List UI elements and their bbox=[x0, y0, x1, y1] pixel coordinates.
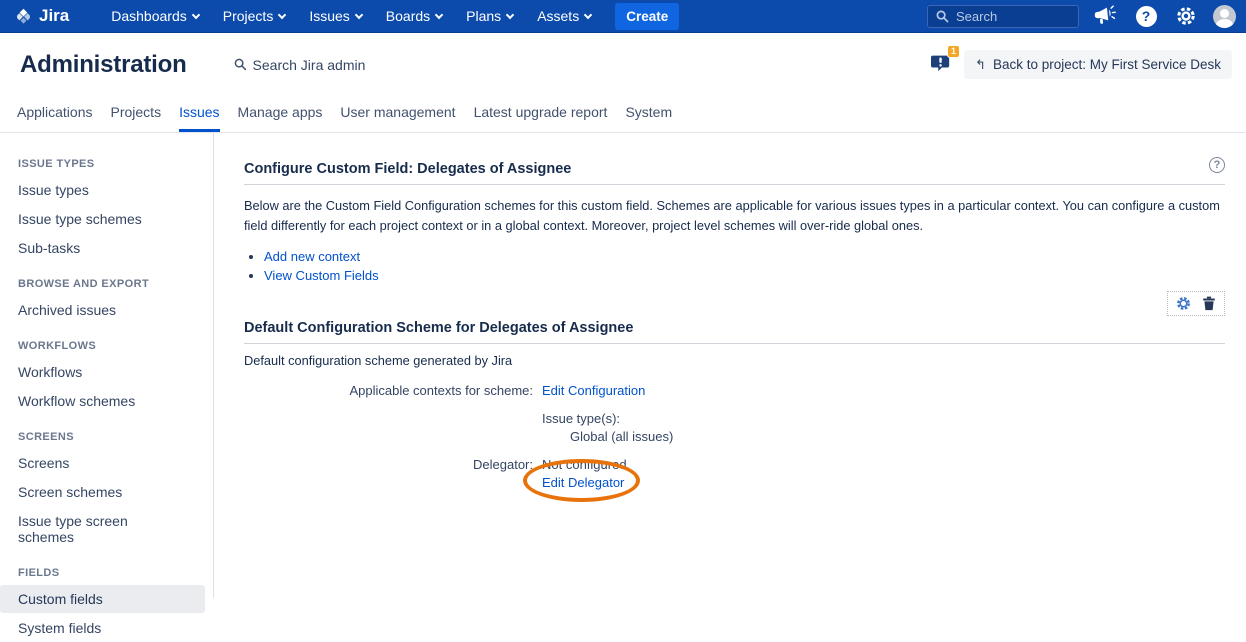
jira-logo-icon bbox=[14, 7, 33, 26]
scheme-details: Applicable contexts for scheme: Edit Con… bbox=[244, 383, 1225, 490]
delegator-status: Not configured. bbox=[542, 457, 630, 472]
jira-logo[interactable]: Jira bbox=[14, 6, 69, 26]
chevron-down-icon bbox=[584, 10, 592, 18]
context-links-list: Add new context View Custom Fields bbox=[264, 249, 1225, 283]
chevron-down-icon bbox=[278, 10, 286, 18]
list-item: Add new context bbox=[264, 249, 1225, 264]
search-icon bbox=[936, 10, 949, 23]
nav-plans[interactable]: Plans bbox=[454, 0, 525, 33]
sidebar-header-issue-types: ISSUE TYPES bbox=[0, 143, 213, 175]
issue-types-scope: Global (all issues) bbox=[570, 429, 1225, 444]
sidebar-header-workflows: WORKFLOWS bbox=[0, 325, 213, 357]
contexts-label: Applicable contexts for scheme: bbox=[244, 383, 533, 398]
sidebar-item-issue-type-schemes[interactable]: Issue type schemes bbox=[0, 205, 205, 233]
sidebar-item-screen-schemes[interactable]: Screen schemes bbox=[0, 478, 205, 506]
issue-types-label: Issue type(s): bbox=[542, 411, 1225, 426]
add-new-context-link[interactable]: Add new context bbox=[264, 249, 360, 264]
tab-issues[interactable]: Issues bbox=[179, 96, 219, 132]
sidebar-item-issue-type-screen-schemes[interactable]: Issue type screen schemes bbox=[0, 507, 205, 551]
help-question-glyph: ? bbox=[1136, 6, 1157, 27]
nav-issues-label: Issues bbox=[309, 8, 349, 24]
admin-header: Administration Search Jira admin 1 ↰ Bac… bbox=[0, 33, 1246, 96]
global-search-placeholder: Search bbox=[956, 9, 997, 24]
configure-field-title: Configure Custom Field: Delegates of Ass… bbox=[244, 161, 571, 177]
admin-tabbar: Applications Projects Issues Manage apps… bbox=[0, 96, 1246, 133]
admin-search-placeholder: Search Jira admin bbox=[253, 57, 366, 73]
user-avatar[interactable] bbox=[1213, 5, 1236, 28]
edit-configuration-link[interactable]: Edit Configuration bbox=[542, 383, 645, 398]
create-button[interactable]: Create bbox=[615, 3, 679, 30]
sidebar-item-custom-fields[interactable]: Custom fields bbox=[0, 585, 205, 613]
view-custom-fields-link[interactable]: View Custom Fields bbox=[264, 268, 379, 283]
global-search-input[interactable]: Search bbox=[927, 5, 1079, 28]
nav-issues[interactable]: Issues bbox=[297, 0, 373, 33]
sidebar-item-sub-tasks[interactable]: Sub-tasks bbox=[0, 234, 205, 262]
default-scheme-title: Default Configuration Scheme for Delegat… bbox=[244, 320, 633, 336]
jira-logo-text: Jira bbox=[39, 6, 69, 26]
top-navigation-bar: Jira Dashboards Projects Issues Boards P… bbox=[0, 0, 1246, 33]
tab-user-management[interactable]: User management bbox=[340, 96, 455, 132]
contexts-value: Edit Configuration bbox=[542, 383, 1225, 398]
sidebar-header-fields: FIELDS bbox=[0, 552, 213, 584]
tab-applications[interactable]: Applications bbox=[17, 96, 93, 132]
tab-projects[interactable]: Projects bbox=[111, 96, 162, 132]
sidebar-header-browse-and-export: BROWSE AND EXPORT bbox=[0, 263, 213, 295]
nav-projects-label: Projects bbox=[223, 8, 274, 24]
chevron-down-icon bbox=[355, 10, 363, 18]
nav-projects[interactable]: Projects bbox=[211, 0, 298, 33]
announcements-megaphone-icon[interactable] bbox=[1093, 3, 1119, 29]
tab-system[interactable]: System bbox=[625, 96, 672, 132]
scheme-gear-icon[interactable] bbox=[1176, 296, 1191, 311]
issue-types-value: Issue type(s): Global (all issues) bbox=[542, 411, 1225, 444]
section-help-icon[interactable]: ? bbox=[1209, 157, 1225, 173]
configure-field-description: Below are the Custom Field Configuration… bbox=[244, 196, 1225, 237]
list-item: View Custom Fields bbox=[264, 268, 1225, 283]
nav-boards-label: Boards bbox=[386, 8, 430, 24]
sidebar-item-workflow-schemes[interactable]: Workflow schemes bbox=[0, 387, 205, 415]
admin-search-input[interactable]: Search Jira admin bbox=[234, 57, 366, 73]
sidebar-header-screens: SCREENS bbox=[0, 416, 213, 448]
sidebar-item-screens[interactable]: Screens bbox=[0, 449, 205, 477]
delegator-label: Delegator: bbox=[244, 457, 533, 490]
sidebar-item-issue-types[interactable]: Issue types bbox=[0, 176, 205, 204]
empty-label bbox=[244, 411, 533, 444]
content-layout: ISSUE TYPES Issue types Issue type schem… bbox=[0, 133, 1246, 598]
tab-latest-upgrade-report[interactable]: Latest upgrade report bbox=[474, 96, 608, 132]
search-icon bbox=[234, 58, 247, 71]
page-title: Administration bbox=[20, 51, 187, 79]
notification-badge: 1 bbox=[947, 45, 960, 58]
delegator-value: Not configured. Edit Delegator bbox=[542, 457, 1225, 490]
admin-settings-gear-icon[interactable] bbox=[1173, 3, 1199, 29]
edit-delegator-link[interactable]: Edit Delegator bbox=[542, 475, 1225, 490]
help-icon[interactable]: ? bbox=[1133, 3, 1159, 29]
issues-sidebar: ISSUE TYPES Issue types Issue type schem… bbox=[0, 133, 214, 598]
main-content: Configure Custom Field: Delegates of Ass… bbox=[214, 133, 1246, 598]
chevron-down-icon bbox=[435, 10, 443, 18]
nav-assets[interactable]: Assets bbox=[525, 0, 603, 33]
return-arrow-icon: ↰ bbox=[975, 58, 986, 71]
default-scheme-heading-row: Default Configuration Scheme for Delegat… bbox=[244, 320, 1225, 344]
nav-dashboards-label: Dashboards bbox=[111, 8, 187, 24]
admin-header-right: 1 ↰ Back to project: My First Service De… bbox=[930, 50, 1232, 79]
nav-assets-label: Assets bbox=[537, 8, 579, 24]
chevron-down-icon bbox=[506, 10, 514, 18]
nav-boards[interactable]: Boards bbox=[374, 0, 454, 33]
back-to-project-button[interactable]: ↰ Back to project: My First Service Desk bbox=[964, 50, 1232, 79]
nav-plans-label: Plans bbox=[466, 8, 501, 24]
topnav-right: Search ? bbox=[927, 3, 1236, 29]
primary-nav: Dashboards Projects Issues Boards Plans … bbox=[99, 0, 603, 33]
chevron-down-icon bbox=[192, 10, 200, 18]
sidebar-item-workflows[interactable]: Workflows bbox=[0, 358, 205, 386]
nav-dashboards[interactable]: Dashboards bbox=[99, 0, 211, 33]
feedback-bubble-icon[interactable]: 1 bbox=[930, 52, 952, 77]
scheme-ops-row bbox=[244, 291, 1225, 316]
back-to-project-label: Back to project: My First Service Desk bbox=[993, 57, 1221, 72]
sidebar-item-archived-issues[interactable]: Archived issues bbox=[0, 296, 205, 324]
default-scheme-subtitle: Default configuration scheme generated b… bbox=[244, 353, 1225, 368]
tab-manage-apps[interactable]: Manage apps bbox=[238, 96, 323, 132]
sidebar-item-system-fields[interactable]: System fields bbox=[0, 614, 205, 642]
scheme-delete-trash-icon[interactable] bbox=[1202, 296, 1216, 311]
scheme-ops-box bbox=[1167, 291, 1225, 316]
configure-field-heading-row: Configure Custom Field: Delegates of Ass… bbox=[244, 161, 1225, 185]
